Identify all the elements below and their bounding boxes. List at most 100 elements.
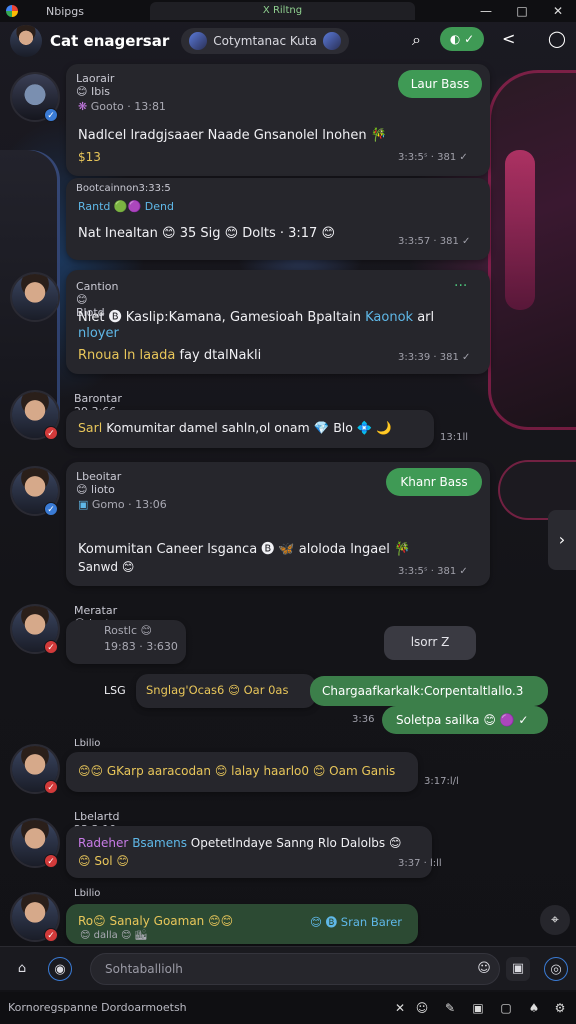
message-highlight: Sarl [78,420,103,435]
alert-badge-icon: ✓ [44,780,58,794]
minimize-icon[interactable]: — [468,0,504,22]
sender-name[interactable]: Bootcainnon3:33:5 [76,183,171,194]
message-text-2: nloyer [78,326,119,341]
emoji-icon[interactable]: ☺ [472,957,496,981]
message-highlight: Rnoua ln laada [78,348,176,363]
message-text: Nat Inealtan 😊 35 Sig 😊 Dolts · 3:17 😊 [78,226,336,241]
message-meta-2: 19:83 · 3:630 [104,640,178,653]
verified-badge-icon: ✓ [44,108,58,122]
edit-icon[interactable]: ✎ [442,1000,458,1016]
status-text: Kornoregspanne Dordoarmoetsh [8,1001,187,1014]
message-composer: ⌂ ◉ Sohtaballiolh ☺ ▣ ◎ [0,946,576,990]
avatar[interactable] [10,272,60,322]
alert-badge-icon: ✓ [44,426,58,440]
reply-button[interactable]: lsorr Z [384,626,476,660]
user-status-icon[interactable]: ☺ [414,1000,430,1016]
window-icon[interactable]: ▣ [470,1000,486,1016]
verified-badge-icon: ✓ [44,502,58,516]
message-time: 3:3:57 · 381 ✓ [398,236,471,247]
message-text: Radeher Bsamens Opetetlndaye Sanng Rlo D… [78,836,401,850]
message-time: 3:17:l/l [424,776,459,787]
close-icon[interactable]: ✕ [540,0,576,22]
message-text: Nlet 🅑 Kaslip:Kamana, Gamesioah Bpaltain… [78,306,434,325]
input-placeholder: Sohtaballiolh [105,962,183,976]
message-time: 3:3:5ˢ · 381 ✓ [398,566,468,577]
message-text-body: Komumitar damel sahln,ol onam 💎 Blo 💠 🌙 [106,420,393,435]
group-avatar[interactable] [10,25,42,57]
alert-badge-icon: ✓ [44,928,58,942]
message-bubble[interactable] [66,826,432,878]
message-text-a: Nlet 🅑 Kaslip:Kamana, Gamesioah Bpaltain [78,310,361,325]
close-status-icon[interactable]: ✕ [392,1000,408,1016]
message-input[interactable]: Sohtaballiolh [90,953,500,985]
outgoing-bubble[interactable]: Chargaafkarkalk:Corpentaltlallo.3 [310,676,548,706]
alert-badge-icon: ✓ [44,640,58,654]
search-icon[interactable]: ⌕ [412,30,421,50]
locate-icon[interactable]: ⌖ [540,905,570,935]
message-meta: ▣ Gomo · 13:06 [78,498,167,511]
camera-icon[interactable]: ⌂ [10,957,34,981]
message-time: 3:3:39 · 381 ✓ [398,352,471,363]
sender-name[interactable]: Lbilio [74,888,100,899]
message-text-end: 😊 🅑 Sran Barer [310,915,403,929]
chair-accent-art [505,150,535,310]
message-extra: 😊 Sol 😊 [78,854,129,868]
power-icon[interactable]: ◉ [48,957,72,981]
alert-badge-icon: ✓ [44,854,58,868]
channel-avatar-icon-2 [322,32,341,50]
app-logo-icon [6,5,18,17]
message-time: 3:37 · l:ll [398,858,442,869]
message-text-c: fay dtalNakli [179,348,262,363]
message-time: 13:1ll [440,432,469,443]
chat-title[interactable]: Cat enagersar [50,32,169,50]
maximize-icon[interactable]: □ [504,0,540,22]
message-text: Nadlcel lradgjsaaer Naade Gnsanolel lnoh… [78,128,387,143]
game-controller-icon[interactable]: ♠ [526,1000,542,1016]
message-text: Ro😊 Sanaly Goaman 😊😊 [78,914,234,928]
message-meta-text: Gomo · 13:06 [91,498,167,511]
status-bar: Kornoregspanne Dordoarmoetsh ✕ ☺ ✎ ▣ ▢ ♠… [0,992,576,1024]
message-text: Komumitan Caneer lsganca 🅑 🦋 aloloda lng… [78,542,411,557]
channel-avatar-icon [189,32,208,50]
message-meta-text: Gooto · 13:81 [90,100,166,113]
join-button[interactable]: Laur Bass [398,70,482,98]
message-text: Snglag'Ocas6 😊 Oar 0as [146,683,289,697]
gem-icon: ❋ [78,100,88,113]
outgoing-bubble-2[interactable]: Soletpa sailka 😊 🟣 ✓ [382,706,548,734]
message-extra: $13 [78,150,101,164]
message-text-end: arl [417,310,435,325]
message-meta: Rantd 🟢🟣 Dend [78,200,174,213]
more-options-icon[interactable]: ··· [454,278,467,294]
row-label: LSG [104,684,126,697]
message-time: 3:36 [352,714,375,725]
message-extra: 😊 dalla 😊 🏙 [80,930,148,941]
window-controls: — □ ✕ [468,0,576,22]
game-icon: ▣ [78,498,89,511]
sender-name[interactable]: Laorair 😊 Ibis [76,72,114,98]
channel-pill[interactable]: Cotymtanac Kuta [181,28,349,54]
status-toggle-button[interactable]: ◐ ✓ [440,27,484,51]
message-text-link[interactable]: Kaonok [365,310,413,325]
square-icon[interactable]: ▢ [498,1000,514,1016]
system-bar: Nbipgs X Riltng — □ ✕ [0,0,576,22]
message-extra: Sanwd 😊 [78,560,135,574]
app-label: Nbipgs [46,4,84,18]
message-time: 3:3:5ˢ · 381 ✓ [398,152,468,163]
send-icon[interactable]: ◎ [544,957,568,981]
message-highlight-2: Bsamens [132,836,187,850]
browser-tab[interactable]: X Riltng [150,2,415,20]
gallery-icon[interactable]: ▣ [506,957,530,981]
join-button[interactable]: Khanr Bass [386,468,482,496]
message-meta: ❋ Gooto · 13:81 [78,100,166,113]
chat-icon[interactable]: ◯ [548,29,566,48]
sender-name[interactable]: Lbeoitar 😊 lioto [76,470,121,496]
share-icon[interactable]: < [502,29,515,48]
message-text: Sarl Komumitar damel sahln,ol onam 💎 Blo… [78,420,392,436]
message-text-3: Rnoua ln laada fay dtalNakli [78,348,261,363]
message-highlight: Radeher [78,836,129,850]
sender-name[interactable]: Lbilio [74,738,100,749]
expand-panel-icon[interactable]: › [548,510,576,570]
message-text: 😊😊 GKarp aaracodan 😊 lalay haarlo0 😊 Oam… [78,764,396,778]
settings-icon[interactable]: ⚙ [552,1000,568,1016]
message-meta: Rostlc 😊 [104,624,152,637]
